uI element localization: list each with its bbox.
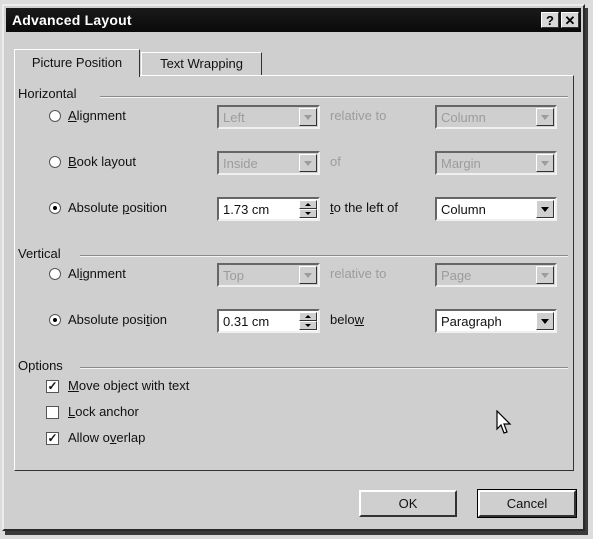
v-alignment-relative-select[interactable]: Page [435, 263, 557, 287]
v-absolute-position-label: Absolute position [68, 312, 168, 327]
chevron-down-icon[interactable] [299, 266, 317, 284]
chevron-down-icon[interactable] [299, 108, 317, 126]
vertical-section-label: Vertical [18, 246, 61, 261]
v-absolute-position-spinner[interactable]: 0.31 cm [217, 309, 320, 333]
v-alignment-radio[interactable] [49, 268, 61, 280]
h-absolute-position-label: Absolute position [68, 200, 168, 215]
ok-button[interactable]: OK [359, 490, 457, 517]
book-layout-of-label: of [330, 154, 341, 169]
v-absolute-relative-select[interactable]: Paragraph [435, 309, 557, 333]
spinner-buttons[interactable] [299, 312, 317, 330]
chevron-down-icon[interactable] [536, 154, 554, 172]
lock-anchor-label: Lock anchor [68, 404, 139, 419]
v-alignment-relative-label: relative to [330, 266, 387, 281]
tab-text-wrapping-label: Text Wrapping [160, 56, 243, 71]
chevron-down-icon[interactable] [536, 108, 554, 126]
spin-down-icon[interactable] [299, 321, 317, 330]
advanced-layout-dialog: Advanced Layout ? ✕ Picture Position Tex… [2, 4, 585, 531]
v-absolute-position-radio[interactable] [49, 314, 61, 326]
chevron-down-icon[interactable] [536, 200, 554, 218]
h-absolute-relative-select[interactable]: Column [435, 197, 557, 221]
help-button[interactable]: ? [541, 12, 559, 28]
spinner-buttons[interactable] [299, 200, 317, 218]
vertical-divider [80, 255, 568, 257]
options-section-label: Options [18, 358, 63, 373]
tab-text-wrapping[interactable]: Text Wrapping [141, 52, 262, 76]
tab-picture-position[interactable]: Picture Position [14, 49, 140, 77]
chevron-down-icon[interactable] [536, 266, 554, 284]
v-alignment-relative-value: Page [441, 268, 472, 283]
allow-overlap-checkbox[interactable]: ✓ [46, 432, 59, 445]
h-absolute-position-radio[interactable] [49, 202, 61, 214]
h-absolute-position-value: 1.73 cm [223, 202, 270, 217]
cancel-button[interactable]: Cancel [477, 489, 577, 518]
v-absolute-relative-value: Paragraph [441, 314, 502, 329]
h-alignment-relative-label: relative to [330, 108, 387, 123]
h-alignment-select[interactable]: Left [217, 105, 320, 129]
h-absolute-position-spinner[interactable]: 1.73 cm [217, 197, 320, 221]
h-absolute-relative-value: Column [441, 202, 486, 217]
horizontal-divider [100, 96, 568, 98]
v-alignment-select[interactable]: Top [217, 263, 320, 287]
h-absolute-relative-label: to the left of [330, 200, 398, 215]
h-alignment-label: Alignment [68, 108, 126, 123]
book-layout-label: Book layout [68, 154, 136, 169]
h-alignment-radio[interactable] [49, 110, 61, 122]
allow-overlap-label: Allow overlap [68, 430, 146, 445]
h-alignment-value: Left [223, 110, 245, 125]
h-alignment-relative-value: Column [441, 110, 486, 125]
book-layout-select[interactable]: Inside [217, 151, 320, 175]
chevron-down-icon[interactable] [536, 312, 554, 330]
spin-down-icon[interactable] [299, 209, 317, 218]
h-alignment-relative-select[interactable]: Column [435, 105, 557, 129]
spin-up-icon[interactable] [299, 312, 317, 321]
lock-anchor-checkbox[interactable] [46, 406, 59, 419]
book-layout-of-select[interactable]: Margin [435, 151, 557, 175]
options-divider [80, 367, 568, 369]
close-button[interactable]: ✕ [561, 12, 579, 28]
book-layout-radio[interactable] [49, 156, 61, 168]
v-alignment-value: Top [223, 268, 244, 283]
title-bar[interactable]: Advanced Layout ? ✕ [6, 8, 581, 32]
spin-up-icon[interactable] [299, 200, 317, 209]
horizontal-section-label: Horizontal [18, 86, 77, 101]
chevron-down-icon[interactable] [299, 154, 317, 172]
v-absolute-relative-label: below [330, 312, 364, 327]
v-absolute-position-value: 0.31 cm [223, 314, 270, 329]
mouse-cursor-icon [496, 410, 512, 434]
v-alignment-label: Alignment [68, 266, 126, 281]
dialog-title: Advanced Layout [12, 12, 132, 28]
cancel-button-label: Cancel [506, 496, 548, 511]
move-with-text-checkbox[interactable]: ✓ [46, 380, 59, 393]
book-layout-of-value: Margin [441, 156, 481, 171]
move-with-text-label: Move object with text [68, 378, 190, 393]
book-layout-value: Inside [223, 156, 258, 171]
